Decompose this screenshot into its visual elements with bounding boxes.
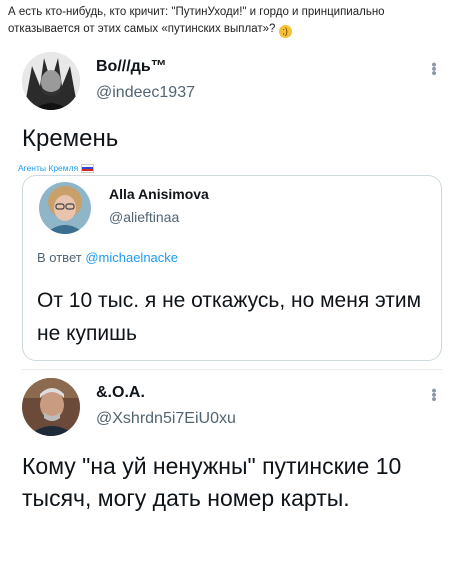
account-label-text: Агенты Кремля — [18, 163, 79, 173]
russia-flag-icon — [81, 163, 95, 173]
tweet-text: Кому "на уй ненужны" путинские 10 тысяч,… — [22, 453, 402, 511]
quoted-tweet-text: От 10 тыс. я не откажусь, но меня этим н… — [37, 289, 422, 345]
caption-text: А есть кто-нибудь, кто кричит: "ПутинУхо… — [8, 6, 385, 35]
wink-emoji-icon: ;) — [278, 25, 292, 38]
quoted-author-name[interactable]: Alla Anisimova — [109, 186, 209, 202]
quoted-author-handle[interactable]: @alieftinaa — [109, 209, 179, 225]
divider — [22, 369, 442, 370]
quoted-tweet[interactable]: Alla Anisimova @alieftinaa В ответ @mich… — [22, 175, 442, 361]
tweet-main[interactable]: Во///дь™ @indeec1937 ••• Кремень — [22, 52, 442, 156]
post-caption: А есть кто-нибудь, кто кричит: "ПутинУхо… — [8, 4, 448, 38]
more-options-icon[interactable]: ••• — [425, 62, 442, 75]
tweet-text: Кремень — [22, 125, 119, 152]
avatar[interactable] — [22, 378, 80, 436]
reply-prefix: В ответ — [37, 250, 82, 265]
more-options-icon[interactable]: ••• — [425, 388, 442, 401]
reply-handle-link[interactable]: @michaelnacke — [85, 250, 178, 265]
author-handle[interactable]: @Xshrdn5i7EiU0xu — [96, 410, 236, 428]
quoted-avatar[interactable] — [39, 182, 91, 234]
author-handle[interactable]: @indeec1937 — [96, 84, 195, 102]
avatar[interactable] — [22, 52, 80, 110]
tweet-reply[interactable]: &.О.А. @Xshrdn5i7EiU0xu ••• Кому "на уй … — [22, 378, 442, 514]
account-label[interactable]: Агенты Кремля — [18, 163, 95, 173]
author-name[interactable]: Во///дь™ — [96, 58, 167, 76]
reply-context: В ответ @michaelnacke — [37, 250, 178, 265]
author-name[interactable]: &.О.А. — [96, 384, 145, 402]
